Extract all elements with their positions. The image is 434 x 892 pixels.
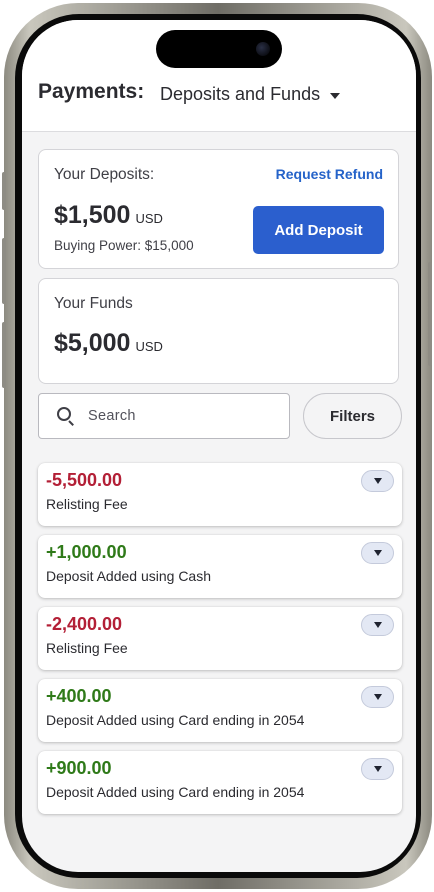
deposits-currency: USD <box>135 211 163 226</box>
app-screen: Payments: Deposits and Funds Your Deposi… <box>22 20 416 872</box>
transaction-amount: -5,500.00 <box>46 470 123 490</box>
expand-button[interactable] <box>361 686 394 708</box>
caret-down-icon <box>330 92 341 99</box>
transaction-amount: +1,000.00 <box>46 542 127 562</box>
camera-icon <box>256 42 270 56</box>
add-deposit-button[interactable]: Add Deposit <box>253 206 384 254</box>
transaction-item[interactable]: +900.00 Deposit Added using Card ending … <box>38 751 402 814</box>
expand-button[interactable] <box>361 470 394 492</box>
transaction-item[interactable]: -5,500.00 Relisting Fee <box>38 463 402 526</box>
dynamic-island <box>156 30 282 68</box>
transaction-description: Relisting Fee <box>46 640 128 656</box>
expand-button[interactable] <box>361 614 394 636</box>
transaction-description: Deposit Added using Card ending in 2054 <box>46 784 305 800</box>
chevron-down-icon <box>373 766 382 772</box>
chevron-down-icon <box>373 550 382 556</box>
funds-card: Your Funds $5,000 USD <box>38 278 399 384</box>
search-placeholder: Search <box>88 408 136 424</box>
chevron-down-icon <box>373 478 382 484</box>
section-dropdown[interactable]: Deposits and Funds <box>160 84 341 105</box>
deposits-label: Your Deposits: <box>54 166 155 183</box>
funds-label: Your Funds <box>54 295 133 312</box>
volume-down-button <box>2 322 6 388</box>
chevron-down-icon <box>373 694 382 700</box>
transaction-item[interactable]: -2,400.00 Relisting Fee <box>38 607 402 670</box>
transaction-list: -5,500.00 Relisting Fee +1,000.00 Deposi… <box>38 463 402 823</box>
deposits-amount-value: $1,500 <box>54 201 131 229</box>
search-icon <box>56 406 76 426</box>
transaction-item[interactable]: +400.00 Deposit Added using Card ending … <box>38 679 402 742</box>
expand-button[interactable] <box>361 758 394 780</box>
request-refund-link[interactable]: Request Refund <box>276 166 383 182</box>
funds-amount-value: $5,000 <box>54 329 131 357</box>
search-input[interactable]: Search <box>38 393 290 439</box>
deposits-amount: $1,500 USD <box>54 201 163 230</box>
transaction-amount: -2,400.00 <box>46 614 123 634</box>
volume-up-button <box>2 238 6 304</box>
power-button <box>428 262 432 366</box>
transaction-amount: +900.00 <box>46 758 112 778</box>
chevron-down-icon <box>373 622 382 628</box>
filters-button[interactable]: Filters <box>303 393 402 439</box>
transaction-amount: +400.00 <box>46 686 112 706</box>
funds-amount: $5,000 USD <box>54 329 163 358</box>
transaction-description: Deposit Added using Card ending in 2054 <box>46 712 305 728</box>
transaction-description: Deposit Added using Cash <box>46 568 211 584</box>
buying-power: Buying Power: $15,000 <box>54 238 194 253</box>
expand-button[interactable] <box>361 542 394 564</box>
silent-switch <box>2 172 6 210</box>
transaction-description: Relisting Fee <box>46 496 128 512</box>
funds-currency: USD <box>135 339 163 354</box>
section-dropdown-label: Deposits and Funds <box>160 84 321 104</box>
deposits-card: Your Deposits: Request Refund $1,500 USD… <box>38 149 399 269</box>
page-title: Payments: <box>38 80 145 103</box>
transaction-item[interactable]: +1,000.00 Deposit Added using Cash <box>38 535 402 598</box>
